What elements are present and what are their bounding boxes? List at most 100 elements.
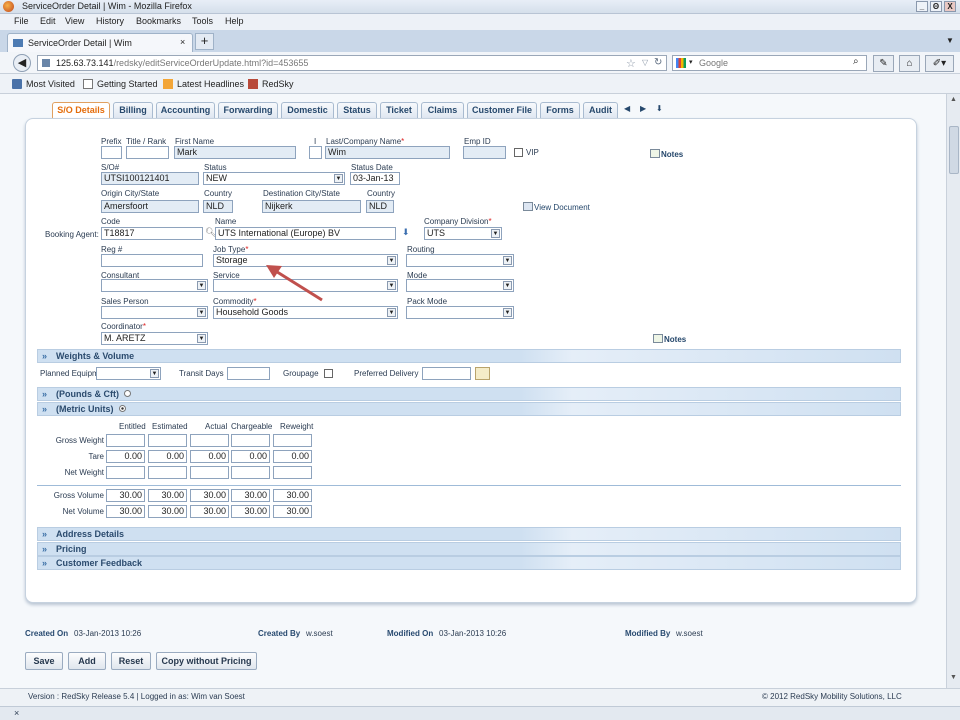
search-input[interactable]: Google (699, 58, 728, 68)
reset-button[interactable]: Reset (111, 652, 151, 670)
save-button[interactable]: Save (25, 652, 63, 670)
weights-cell-field[interactable] (106, 434, 145, 447)
menu-history[interactable]: History (96, 16, 124, 26)
first-name-field[interactable]: Mark (174, 146, 296, 159)
menu-file[interactable]: File (14, 16, 29, 26)
bookmark-latest-headlines[interactable]: Latest Headlines (177, 79, 244, 89)
address-details-section[interactable]: » Address Details (37, 527, 901, 541)
tab-claims[interactable]: Claims (421, 102, 464, 118)
close-tab-icon[interactable]: × (180, 37, 185, 47)
scrollbar-thumb[interactable] (949, 126, 959, 174)
title-rank-field[interactable] (126, 146, 169, 159)
addon-icon[interactable]: ✎ (873, 55, 894, 72)
consultant-select[interactable]: ▼ (101, 279, 208, 292)
weights-cell-field[interactable] (231, 434, 270, 447)
pounds-cft-radio[interactable] (124, 390, 131, 397)
site-identity-icon[interactable] (42, 59, 50, 67)
emp-id-field[interactable] (463, 146, 506, 159)
tab-forwarding[interactable]: Forwarding (218, 102, 278, 118)
weights-cell-field[interactable] (273, 434, 312, 447)
tab-next-icon[interactable]: ▶ (640, 104, 646, 113)
maximize-button[interactable]: Θ (930, 1, 942, 12)
coordinator-select[interactable]: M. ARETZ ▼ (101, 332, 208, 345)
tab-accounting[interactable]: Accounting (156, 102, 215, 118)
weights-cell-field[interactable] (190, 434, 229, 447)
bookmark-getting-started[interactable]: Getting Started (97, 79, 158, 89)
new-tab-button[interactable]: + (195, 33, 214, 50)
url-bar[interactable]: 125.63.73.141/redsky/editServiceOrderUpd… (37, 55, 667, 71)
bookmark-star-icon[interactable]: ☆ (626, 57, 636, 70)
initial-field[interactable] (309, 146, 322, 159)
groupage-checkbox[interactable] (324, 369, 333, 378)
browser-tab[interactable]: ServiceOrder Detail | Wim × (7, 33, 193, 52)
weights-cell-field[interactable]: 30.00 (273, 505, 312, 518)
last-name-field[interactable]: Wim (325, 146, 450, 159)
weights-cell-field[interactable]: 30.00 (148, 489, 187, 502)
minimize-button[interactable]: _ (916, 1, 928, 12)
weights-cell-field[interactable]: 30.00 (231, 489, 270, 502)
weights-cell-field[interactable] (231, 466, 270, 479)
scroll-up-icon[interactable]: ▲ (950, 96, 957, 103)
commodity-select[interactable]: Household Goods ▼ (213, 306, 398, 319)
tab-so-details[interactable]: S/O Details (52, 102, 110, 118)
close-addon-bar-icon[interactable]: × (14, 708, 19, 718)
weights-cell-field[interactable] (148, 434, 187, 447)
origin-city-field[interactable]: Amersfoort (101, 200, 199, 213)
metric-units-radio[interactable] (119, 405, 126, 412)
menu-view[interactable]: View (65, 16, 84, 26)
transit-days-field[interactable] (227, 367, 270, 380)
weights-cell-field[interactable] (106, 466, 145, 479)
home-icon[interactable]: ⌂ (899, 55, 920, 72)
bookmark-most-visited[interactable]: Most Visited (26, 79, 75, 89)
scroll-down-icon[interactable]: ▼ (950, 674, 957, 681)
close-window-button[interactable]: X (944, 1, 956, 12)
menu-edit[interactable]: Edit (40, 16, 56, 26)
menu-help[interactable]: Help (225, 16, 244, 26)
weights-cell-field[interactable]: 30.00 (106, 489, 145, 502)
so-number-field[interactable]: UTSI100121401 (101, 172, 199, 185)
pounds-cft-section[interactable]: » (Pounds & Cft) (37, 387, 901, 401)
prefix-field[interactable] (101, 146, 122, 159)
tab-prev-icon[interactable]: ◀ (624, 104, 630, 113)
booking-agent-name-field[interactable]: UTS International (Europe) BV (215, 227, 396, 240)
tab-customer-file[interactable]: Customer File (467, 102, 537, 118)
agent-lookup-icon[interactable]: ⬇ (402, 227, 412, 239)
tab-status[interactable]: Status (337, 102, 377, 118)
customer-feedback-section[interactable]: » Customer Feedback (37, 556, 901, 570)
weights-cell-field[interactable]: 0.00 (148, 450, 187, 463)
calendar-icon[interactable] (475, 367, 490, 380)
reg-field[interactable] (101, 254, 203, 267)
booking-agent-code-field[interactable]: T18817 (101, 227, 203, 240)
tools-menu-icon[interactable]: ✐▾ (925, 55, 954, 72)
google-icon[interactable] (676, 58, 686, 68)
weights-cell-field[interactable]: 0.00 (273, 450, 312, 463)
weights-cell-field[interactable] (148, 466, 187, 479)
preferred-delivery-field[interactable] (422, 367, 471, 380)
tab-domestic[interactable]: Domestic (281, 102, 334, 118)
notes-link[interactable]: Notes (650, 149, 683, 159)
pack-mode-select[interactable]: ▼ (406, 306, 514, 319)
weights-cell-field[interactable]: 0.00 (106, 450, 145, 463)
view-document-link[interactable]: View Document (523, 202, 590, 212)
metric-units-section[interactable]: » (Metric Units) (37, 402, 901, 416)
weights-cell-field[interactable]: 30.00 (190, 489, 229, 502)
weights-cell-field[interactable]: 30.00 (106, 505, 145, 518)
tab-down-icon[interactable]: ⬇ (656, 104, 663, 113)
reload-icon[interactable]: ↻ (654, 57, 662, 68)
url-dropdown-icon[interactable]: ▽ (642, 58, 648, 67)
tab-forms[interactable]: Forms (540, 102, 580, 118)
tab-audit[interactable]: Audit (583, 102, 618, 118)
vip-checkbox[interactable] (514, 148, 523, 157)
vertical-scrollbar[interactable]: ▲ ▼ (946, 94, 960, 688)
pricing-section[interactable]: » Pricing (37, 542, 901, 556)
search-engine-dropdown-icon[interactable]: ▾ (689, 58, 693, 66)
weights-cell-field[interactable] (190, 466, 229, 479)
weights-volume-section[interactable]: » Weights & Volume (37, 349, 901, 363)
tab-list-icon[interactable]: ▼ (946, 36, 954, 45)
company-division-select[interactable]: UTS ▼ (424, 227, 502, 240)
status-select[interactable]: NEW ▼ (203, 172, 345, 185)
weights-cell-field[interactable]: 30.00 (148, 505, 187, 518)
menu-tools[interactable]: Tools (192, 16, 213, 26)
tab-billing[interactable]: Billing (113, 102, 153, 118)
weights-cell-field[interactable]: 30.00 (273, 489, 312, 502)
